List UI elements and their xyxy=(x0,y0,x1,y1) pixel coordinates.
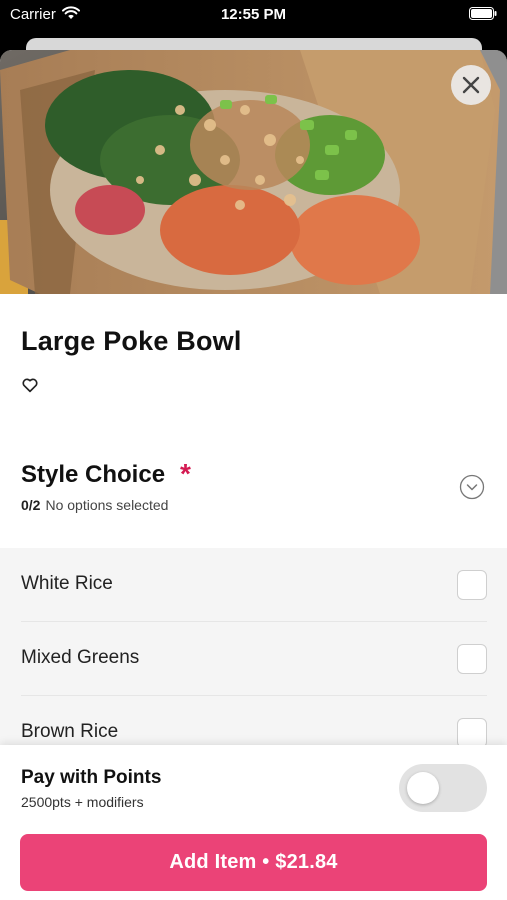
option-checkbox[interactable] xyxy=(457,644,487,674)
option-label: White Rice xyxy=(21,573,113,594)
selection-status-text: No options selected xyxy=(45,497,169,513)
points-cost: 2500pts + modifiers xyxy=(21,794,144,810)
option-row-mixed-greens[interactable]: Mixed Greens xyxy=(21,622,487,696)
option-checkbox[interactable] xyxy=(457,570,487,600)
clock: 12:55 PM xyxy=(220,6,287,23)
required-indicator: * xyxy=(180,458,191,489)
option-label: Brown Rice xyxy=(21,721,119,742)
status-bar: Carrier 12:55 PM xyxy=(0,0,507,30)
battery-icon xyxy=(469,7,497,20)
item-photo xyxy=(0,50,507,294)
checkout-panel: Pay with Points 2500pts + modifiers Add … xyxy=(0,745,507,900)
item-title: Large Poke Bowl xyxy=(21,326,242,356)
option-row-white-rice[interactable]: White Rice xyxy=(21,548,487,622)
modifier-group-status: 0/2 No options selected xyxy=(21,497,168,513)
pay-with-points-title: Pay with Points xyxy=(21,767,162,788)
option-label: Mixed Greens xyxy=(21,647,140,668)
modifier-group-title: Style Choice xyxy=(21,461,166,488)
close-icon xyxy=(462,76,480,94)
pay-with-points-toggle[interactable] xyxy=(399,764,487,812)
heart-outline-icon[interactable] xyxy=(21,376,39,394)
toggle-knob xyxy=(407,772,439,804)
option-checkbox[interactable] xyxy=(457,718,487,748)
poke-bowl-image xyxy=(0,50,507,294)
add-item-button[interactable]: Add Item • $21.84 xyxy=(20,834,487,891)
item-detail-sheet: Large Poke Bowl Style Choice * 0/2 No opt… xyxy=(0,50,507,900)
close-button[interactable] xyxy=(451,65,491,105)
selected-count: 0/2 xyxy=(21,497,41,513)
chevron-down-circle-icon[interactable] xyxy=(459,474,485,500)
